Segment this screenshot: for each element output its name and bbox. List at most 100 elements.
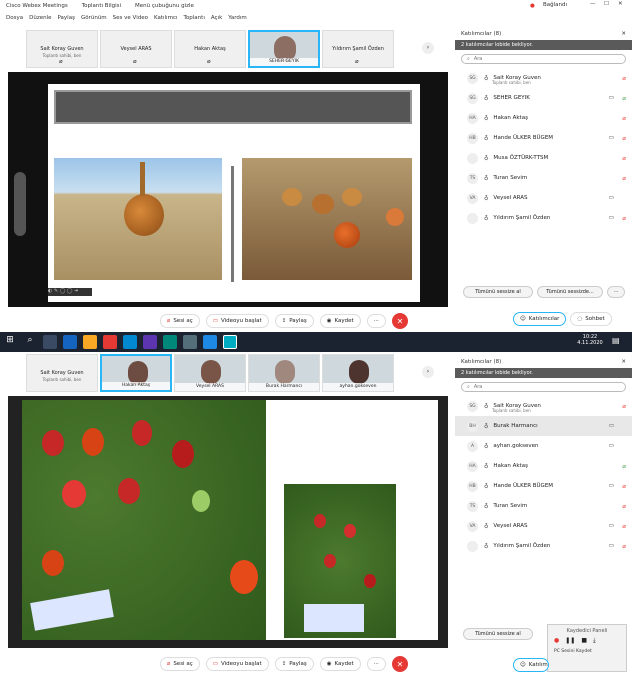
zoom-toolbar[interactable] xyxy=(14,172,26,236)
start-icon[interactable]: ⊞ xyxy=(3,335,17,349)
menu-participant[interactable]: Katılımcı xyxy=(154,15,178,21)
thumb-tile[interactable]: Veysel ARAS xyxy=(174,354,246,392)
mic-muted-icon[interactable]: ⌀ xyxy=(622,503,626,510)
thumb-tile[interactable]: ayhan.gokseven xyxy=(322,354,394,392)
minimize-button[interactable]: — xyxy=(590,1,596,7)
thumb-tile-active[interactable]: SEHER GEYIK xyxy=(248,30,320,68)
chrome-icon[interactable] xyxy=(103,335,117,349)
mute-all-button[interactable]: Tümünü sessize al xyxy=(463,628,533,640)
close-panel-icon[interactable]: ✕ xyxy=(621,359,626,365)
app-icon[interactable] xyxy=(183,335,197,349)
participant-row[interactable]: TS ♁ Turan Sevim ⌀ xyxy=(455,168,632,188)
unmute-button[interactable]: ⌀ Sesi aç xyxy=(160,314,200,328)
mic-muted-icon[interactable]: ⌀ xyxy=(622,483,626,490)
app-icon[interactable] xyxy=(143,335,157,349)
participant-row[interactable]: ♁ Yıldırım Şamil Özden ▭ ⌀ xyxy=(455,536,632,556)
mic-muted-icon[interactable]: ⌀ xyxy=(622,175,626,182)
next-thumbs-button[interactable]: › xyxy=(422,42,434,54)
thumb-tile[interactable]: Hakan Aktaş ⌀ xyxy=(174,30,246,68)
thumb-tile[interactable]: Yıldırım Şamil Özden ⌀ xyxy=(322,30,394,68)
end-meeting-button[interactable]: ✕ xyxy=(391,656,408,672)
unmute-button[interactable]: ⌀ Sesi aç xyxy=(160,657,200,671)
mute-all-button[interactable]: Tümünü sessize al xyxy=(463,286,533,298)
participant-row[interactable]: SG ♁ Sait Koray Guven Toplantı sahibi, ben ⌀ xyxy=(455,68,632,88)
participant-row[interactable]: HB ♁ Hande ÜLKER BÜGEM ▭ ⌀ xyxy=(455,128,632,148)
end-meeting-button[interactable]: ✕ xyxy=(391,313,408,329)
panel-more-button[interactable]: ··· xyxy=(607,286,625,298)
chat-tab[interactable]: ◌ Sohbet xyxy=(570,312,612,326)
mic-active-icon[interactable]: ⌀ xyxy=(622,463,626,470)
menu-file[interactable]: Dosya xyxy=(6,15,23,21)
thumb-tile[interactable]: Sait Koray Guven Toplantı sahibi, ben xyxy=(26,354,98,392)
close-button[interactable]: ✕ xyxy=(618,1,623,7)
mic-muted-icon[interactable]: ⌀ xyxy=(622,115,626,122)
app-icon[interactable] xyxy=(203,335,217,349)
hide-menu-link[interactable]: Menü çubuğunu gizle xyxy=(135,3,194,9)
menu-view[interactable]: Görünüm xyxy=(81,15,107,21)
participants-tab[interactable]: ☺ Katılımcılar xyxy=(513,312,567,326)
more-options-button[interactable]: ··· xyxy=(366,314,386,328)
participant-row[interactable]: A ♁ ayhan.gokseven ▭ xyxy=(455,436,632,456)
more-options-button[interactable]: ··· xyxy=(366,657,386,671)
share-button[interactable]: ⇪ Paylaş xyxy=(274,314,314,328)
edge-icon[interactable] xyxy=(123,335,137,349)
thumb-tile[interactable]: Burak Harmancı xyxy=(248,354,320,392)
participant-row[interactable]: HA ♁ Hakan Aktaş ⌀ xyxy=(455,456,632,476)
annotation-toolbar[interactable]: ◐ ✎ ◯ ◯ ➜ xyxy=(48,288,92,296)
system-clock[interactable]: 10:22 4.11.2020 xyxy=(575,334,605,346)
stop-icon[interactable]: ■ xyxy=(581,637,587,645)
webex-icon[interactable] xyxy=(223,335,237,349)
file-explorer-icon[interactable] xyxy=(83,335,97,349)
participant-row[interactable]: HA ♁ Hakan Aktaş ⌀ xyxy=(455,108,632,128)
menu-help[interactable]: Yardım xyxy=(228,15,247,21)
mic-muted-icon[interactable]: ⌀ xyxy=(622,523,626,530)
participants-tab[interactable]: ☺ Katılım xyxy=(513,658,549,672)
unmute-all-button[interactable]: Tümünü sessizde... xyxy=(537,286,603,298)
share-button[interactable]: ⇪ Paylaş xyxy=(274,657,314,671)
participant-search-input[interactable]: ⌕ Ara xyxy=(461,54,626,64)
mic-muted-icon[interactable]: ⌀ xyxy=(622,543,626,550)
mic-muted-icon[interactable]: ⌀ xyxy=(622,403,626,410)
mic-muted-icon[interactable]: ⌀ xyxy=(622,75,626,82)
mic-active-icon[interactable]: ⌀ xyxy=(622,95,626,102)
browser-icon[interactable] xyxy=(63,335,77,349)
menu-audio-video[interactable]: Ses ve Video xyxy=(113,15,148,21)
thumb-tile[interactable]: Sait Koray Guven Toplantı sahibi, ben ⌀ xyxy=(26,30,98,68)
notification-icon[interactable]: ▤ xyxy=(612,336,624,348)
pause-icon[interactable]: ❚❚ xyxy=(565,637,575,645)
record-button[interactable]: ◉ Kaydet xyxy=(319,314,361,328)
menu-open[interactable]: Açık xyxy=(211,15,222,21)
participant-search-input[interactable]: ⌕ Ara xyxy=(461,382,626,392)
mic-muted-icon[interactable]: ⌀ xyxy=(622,135,626,142)
record-icon[interactable]: ● xyxy=(554,637,559,645)
participant-row[interactable]: SG ♁ Sait Koray Guven Toplantı sahibi, ben ⌀ xyxy=(455,396,632,416)
participant-row[interactable]: ♁ Musa ÖZTÜRK-TTSM ⌀ xyxy=(455,148,632,168)
next-thumbs-button[interactable]: › xyxy=(422,366,434,378)
participant-row[interactable]: ♁ Yıldırım Şamil Özden ▭ ⌀ xyxy=(455,208,632,228)
thumb-tile-active[interactable]: Hakan Aktaş xyxy=(100,354,172,392)
mic-muted-icon[interactable]: ⌀ xyxy=(622,155,626,162)
participant-row[interactable]: VA ♁ Veysel ARAS ▭ ⌀ xyxy=(455,516,632,536)
mic-muted-icon[interactable]: ⌀ xyxy=(622,215,626,222)
search-icon[interactable]: ⌕ xyxy=(23,335,37,349)
connected-label[interactable]: Bağlandı xyxy=(543,2,567,8)
thumb-tile[interactable]: Veysel ARAS ⌀ xyxy=(100,30,172,68)
start-video-button[interactable]: ▭ Videoyu başlat xyxy=(205,657,269,671)
close-panel-icon[interactable]: ✕ xyxy=(621,31,626,37)
participant-row[interactable]: HB ♁ Hande ÜLKER BÜGEM ▭ ⌀ xyxy=(455,476,632,496)
participant-row[interactable]: BH ♁ Burak Harmancı ▭ xyxy=(455,416,632,436)
start-video-button[interactable]: ▭ Videoyu başlat xyxy=(205,314,269,328)
maximize-button[interactable]: ☐ xyxy=(604,1,609,7)
save-icon[interactable]: ⤓ xyxy=(593,637,596,645)
participant-row[interactable]: SG ♁ SEHER GEYIK ▭ ⌀ xyxy=(455,88,632,108)
participant-row[interactable]: VA ♁ Veysel ARAS ▭ xyxy=(455,188,632,208)
participant-row[interactable]: TS ♁ Turan Sevim ⌀ xyxy=(455,496,632,516)
task-view-icon[interactable] xyxy=(43,335,57,349)
app-icon[interactable] xyxy=(163,335,177,349)
menu-edit[interactable]: Düzenle xyxy=(29,15,51,21)
lobby-banner[interactable]: 2 katılımcılar lobide bekliyor. xyxy=(455,40,632,50)
menu-meeting[interactable]: Toplantı xyxy=(184,15,205,21)
meeting-info-link[interactable]: Toplantı Bilgisi xyxy=(82,3,121,9)
menu-share[interactable]: Paylaş xyxy=(57,15,74,21)
lobby-banner[interactable]: 2 katılımcılar lobide bekliyor. xyxy=(455,368,632,378)
